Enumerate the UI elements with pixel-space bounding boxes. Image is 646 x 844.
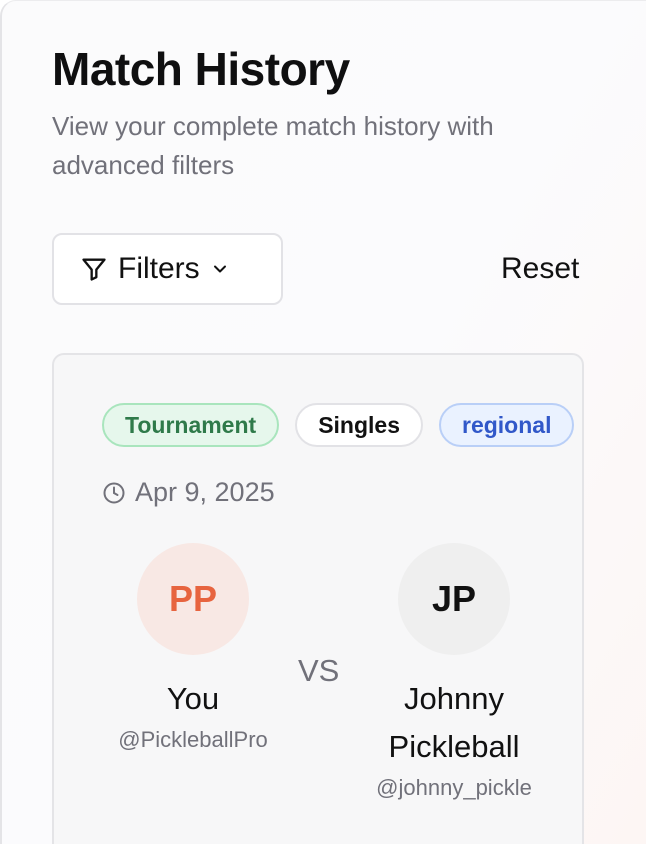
avatar: PP bbox=[137, 543, 249, 655]
match-history-panel: Match History View your complete match h… bbox=[0, 0, 646, 844]
reset-button[interactable]: Reset bbox=[501, 249, 579, 289]
match-date-text: Apr 9, 2025 bbox=[135, 477, 275, 507]
player-opponent[interactable]: JP Johnny Pickleball @johnny_pickle bbox=[354, 543, 554, 803]
chevron-down-icon bbox=[210, 259, 230, 279]
page-subtitle: View your complete match history with ad… bbox=[52, 111, 494, 180]
match-tags: Tournament Singles regional bbox=[102, 403, 575, 447]
match-date: Apr 9, 2025 bbox=[102, 477, 275, 508]
filter-funnel-icon bbox=[80, 255, 108, 283]
tag-tournament: Tournament bbox=[102, 403, 280, 447]
match-card[interactable]: Tournament Singles regional Apr 9, 2025 … bbox=[52, 353, 584, 844]
opponent-handle: @johnny_pickle bbox=[376, 775, 532, 800]
tag-regional: regional bbox=[439, 403, 575, 447]
clock-icon bbox=[102, 481, 126, 505]
vs-label: VS bbox=[298, 653, 340, 688]
filters-button[interactable]: Filters bbox=[52, 233, 283, 305]
player-name: You bbox=[166, 681, 220, 716]
page-title: Match History bbox=[52, 43, 350, 95]
avatar: JP bbox=[398, 543, 510, 655]
player-you[interactable]: PP You @PickleballPro bbox=[100, 543, 286, 755]
filters-label: Filters bbox=[118, 252, 200, 285]
opponent-name: Johnny Pickleball bbox=[388, 681, 520, 764]
tag-singles: Singles bbox=[295, 403, 423, 447]
player-handle: @PickleballPro bbox=[118, 727, 268, 752]
